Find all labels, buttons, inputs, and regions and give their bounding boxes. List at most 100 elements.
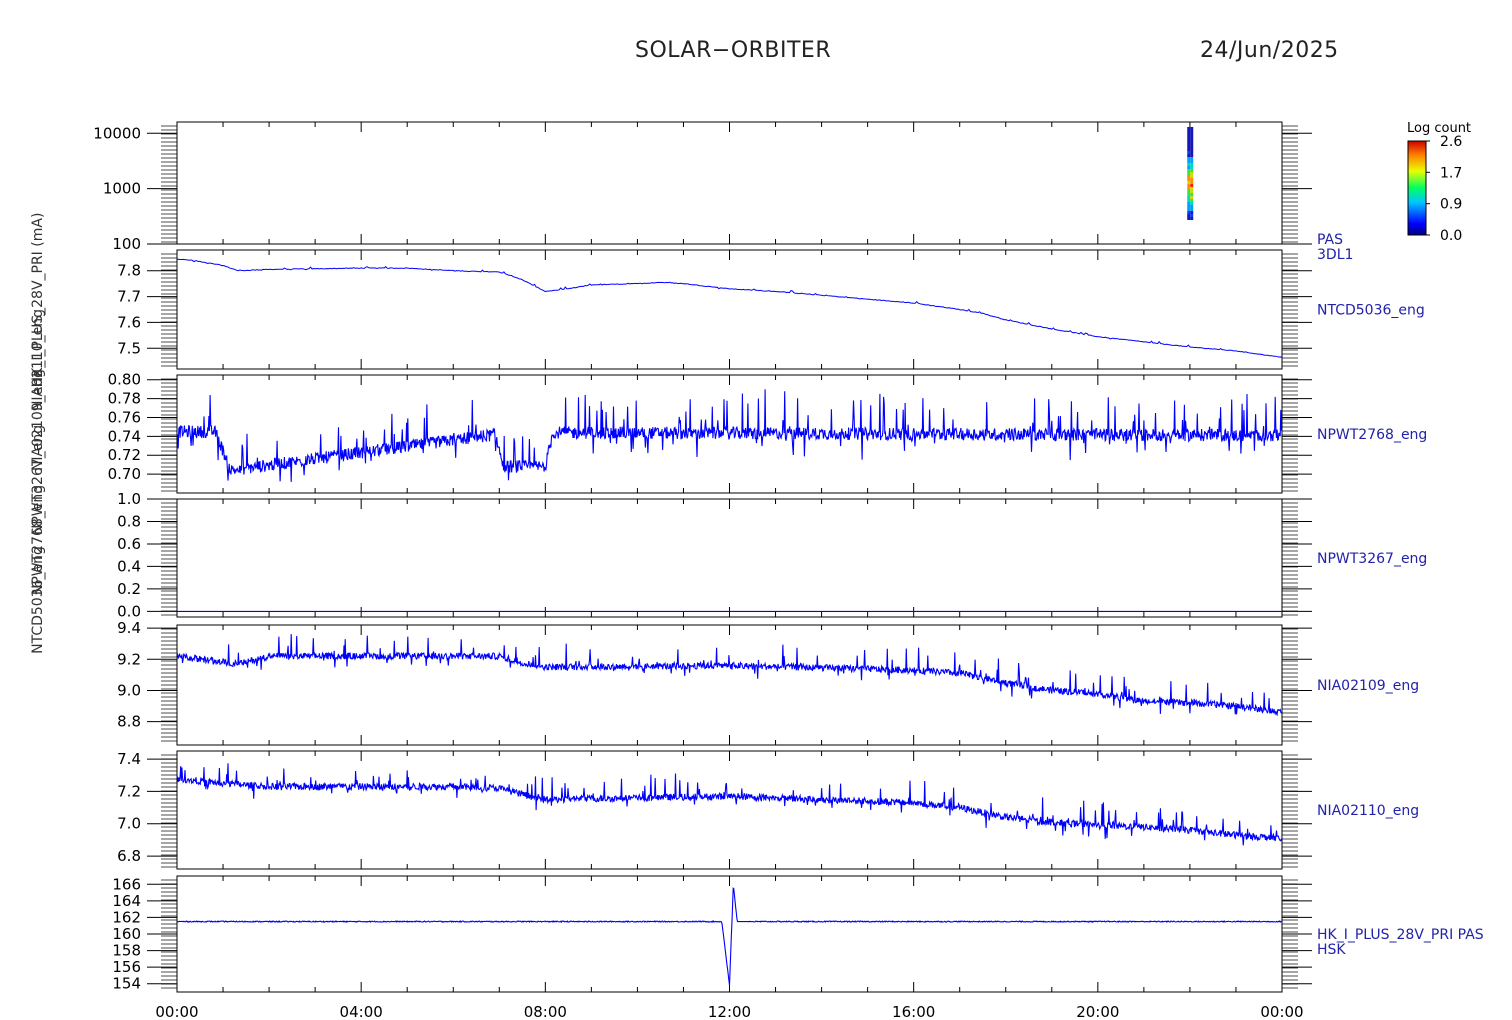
heatmap-cell xyxy=(1187,171,1191,175)
x-tick-label: 00:00 xyxy=(155,1003,198,1020)
heatmap-cell xyxy=(1187,141,1191,145)
panel-frame xyxy=(176,121,1283,245)
heatmap-cell xyxy=(1190,198,1194,202)
heatmap-cell xyxy=(1187,195,1191,199)
x-tick-label: 12:00 xyxy=(708,1003,751,1020)
y-tick-label: 162 xyxy=(112,908,141,926)
series-line-ntcd xyxy=(176,258,1283,359)
heatmap-cell xyxy=(1187,186,1191,190)
heatmap-cell xyxy=(1187,204,1191,208)
panel-label-nia02110: NIA02110_eng xyxy=(1317,803,1419,819)
y-tick-label: 10000 xyxy=(93,124,141,142)
heatmap-cell xyxy=(1187,126,1191,130)
heatmap-cell xyxy=(1190,150,1194,154)
heatmap-cell xyxy=(1190,165,1194,169)
y-tick-label: 160 xyxy=(112,925,141,943)
panel-frame xyxy=(176,750,1283,870)
heatmap-cell xyxy=(1190,213,1194,217)
stacked-timeseries-plot: 00:00 04:00 08:00 12:00 16:00 20:00 00:0010000… xyxy=(30,121,1484,1020)
y-tick-label: 1000 xyxy=(103,180,141,198)
series-line-npwt2768 xyxy=(176,389,1283,482)
heatmap-cell xyxy=(1190,177,1194,181)
x-tick-label: 20:00 xyxy=(1076,1003,1119,1020)
heatmap-cell xyxy=(1187,174,1191,178)
heatmap-cell xyxy=(1187,198,1191,202)
y-tick-label: 0.80 xyxy=(108,371,141,389)
y-tick-label: 9.4 xyxy=(117,619,141,637)
y-tick-label: 7.0 xyxy=(117,815,141,833)
heatmap-cell xyxy=(1190,186,1194,190)
heatmap-cell xyxy=(1187,159,1191,163)
heatmap-cell xyxy=(1190,204,1194,208)
panel-frame xyxy=(176,624,1283,746)
y-tick-label: 9.0 xyxy=(117,681,141,699)
heatmap-cell xyxy=(1187,156,1191,160)
y-tick-label: 7.2 xyxy=(117,782,141,800)
colorbar-tick-label: 1.7 xyxy=(1440,165,1462,181)
heatmap-cell xyxy=(1190,168,1194,172)
y-tick-label: 0.2 xyxy=(117,580,141,598)
x-tick-label: 04:00 xyxy=(340,1003,383,1020)
heatmap-cell xyxy=(1187,147,1191,151)
x-tick-label: 16:00 xyxy=(892,1003,935,1020)
heatmap-cell xyxy=(1187,216,1191,220)
heatmap-cell xyxy=(1190,135,1194,139)
heatmap-cell xyxy=(1190,156,1194,160)
y-tick-label: 0.6 xyxy=(117,535,141,553)
heatmap-cell xyxy=(1187,180,1191,184)
heatmap-cell xyxy=(1187,162,1191,166)
heatmap-cell xyxy=(1187,183,1191,187)
pas-label: PAS xyxy=(1317,232,1343,248)
heatmap-cell xyxy=(1190,180,1194,184)
heatmap-cell xyxy=(1187,210,1191,214)
heatmap-cell xyxy=(1190,171,1194,175)
heatmap-cell xyxy=(1190,195,1194,199)
heatmap-cell xyxy=(1190,189,1194,193)
heatmap-cell xyxy=(1187,150,1191,154)
heatmap-cell xyxy=(1190,147,1194,151)
heatmap-cell xyxy=(1187,144,1191,148)
series-line-nia02110 xyxy=(176,763,1283,846)
panel-label-hk_i: HK_I_PLUS_28V_PRI PAS xyxy=(1317,927,1484,943)
y-tick-label: 0.72 xyxy=(108,446,141,464)
y-tick-label: 0.70 xyxy=(108,465,141,483)
panel-label-hk_i: HSK xyxy=(1317,942,1346,958)
x-tick-label: 00:00 xyxy=(1260,1003,1303,1020)
heatmap-cell xyxy=(1190,144,1194,148)
heatmap-cell xyxy=(1190,207,1194,211)
series-line-nia02109 xyxy=(176,634,1283,717)
heatmap-cell xyxy=(1187,132,1191,136)
y-tick-label: 1.0 xyxy=(117,490,141,508)
y-tick-label: 0.8 xyxy=(117,512,141,530)
heatmap-cell xyxy=(1190,159,1194,163)
heatmap-cell xyxy=(1190,174,1194,178)
heatmap-cell xyxy=(1187,165,1191,169)
colorbar-tick-label: 2.6 xyxy=(1440,134,1462,150)
y-tick-label: 0.4 xyxy=(117,557,141,575)
y-tick-label: 0.76 xyxy=(108,408,141,426)
heatmap-cell xyxy=(1190,129,1194,133)
heatmap-cell xyxy=(1190,132,1194,136)
y-tick-label: 154 xyxy=(112,975,141,993)
panel-label-nia02109: NIA02109_eng xyxy=(1317,678,1419,694)
heatmap-cell xyxy=(1187,153,1191,157)
heatmap-cell xyxy=(1187,189,1191,193)
heatmap-cell xyxy=(1187,213,1191,217)
y-axis-title: HK_I_PLUS_28V_PRI (mA) xyxy=(30,213,46,388)
heatmap-cell xyxy=(1190,126,1194,130)
heatmap-cell xyxy=(1190,210,1194,214)
heatmap-cell xyxy=(1190,153,1194,157)
y-tick-label: 0.74 xyxy=(108,427,141,445)
heatmap-cell xyxy=(1190,138,1194,142)
y-tick-label: 7.5 xyxy=(117,339,141,357)
heatmap-cell xyxy=(1187,207,1191,211)
x-tick-label: 08:00 xyxy=(524,1003,567,1020)
heatmap-cell xyxy=(1187,192,1191,196)
y-tick-label: 166 xyxy=(112,875,141,893)
heatmap-cell xyxy=(1187,135,1191,139)
heatmap-cell xyxy=(1190,141,1194,145)
y-tick-label: 9.2 xyxy=(117,650,141,668)
series-line-hk_i xyxy=(176,887,1282,986)
heatmap-cell xyxy=(1187,177,1191,181)
y-tick-label: 164 xyxy=(112,892,141,910)
